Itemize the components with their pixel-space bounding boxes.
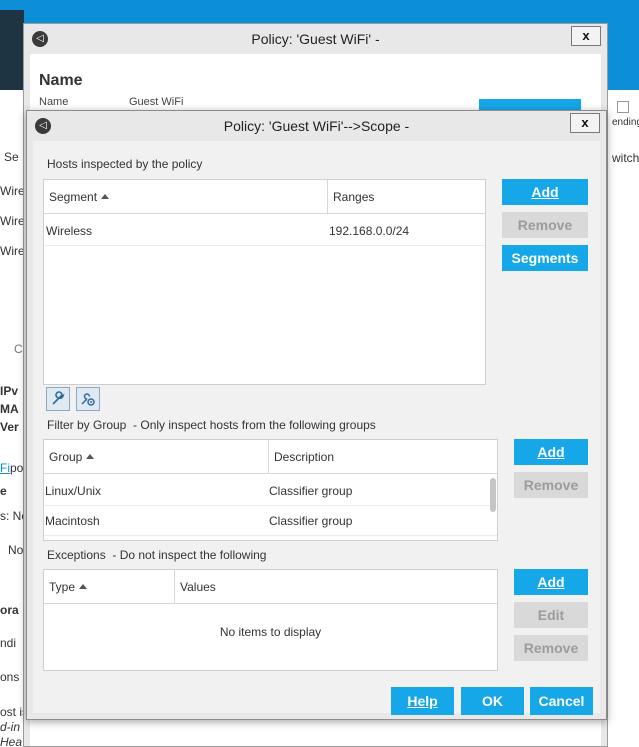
bg-row-wireless-1[interactable]: Wire [0,184,25,198]
name-value: Guest WiFi [129,96,184,108]
empty-state-message: No items to display [219,625,322,639]
help-button[interactable]: Help [391,687,454,715]
dialog-app-icon: ◁ [35,118,51,134]
dialog-app-icon: ◁ [32,31,48,47]
groups-table-header: Group Description [44,440,497,474]
app-header-dark-strip [0,10,24,90]
name-label: Name [39,96,69,108]
bg-text-ons: ons [0,670,20,684]
exceptions-edit-button[interactable]: Edit [514,602,588,628]
bg-text-no-2: No [8,543,24,557]
sort-ascending-icon [86,454,95,459]
bg-row-wireless-2[interactable]: Wire [0,214,25,228]
filter-remove-button[interactable]: Remove [514,472,588,498]
exceptions-section-label: Exceptions - Do not inspect the followin… [47,548,267,562]
column-header-values[interactable]: Values [174,570,499,604]
exceptions-table-header: Type Values [44,570,497,604]
bg-text-ending: ending [612,117,639,128]
name-section-heading: Name [39,72,83,89]
filter-add-button[interactable]: Add [514,439,588,465]
hosts-table: Segment Ranges Wireless 192.168.0.0/24 [43,179,486,385]
hosts-table-header: Segment Ranges [44,180,485,214]
scope-dialog-titlebar[interactable]: ◁ Policy: 'Guest WiFi'-->Scope - x [27,111,606,141]
table-row[interactable]: Macintosh Classifier group [44,506,497,536]
cell-group: Macintosh [45,514,100,528]
bg-text-ver: Ver [0,420,19,434]
cell-ranges: 192.168.0.0/24 [329,224,410,238]
cell-segment: Wireless [46,224,93,238]
bg-text-witch: witch [612,151,639,165]
policy-dialog-titlebar[interactable]: ◁ Policy: 'Guest WiFi' - x [24,24,607,54]
close-icon[interactable]: x [571,26,601,46]
hosts-section-label: Hosts inspected by the policy [47,157,203,171]
bg-link-fi[interactable]: Fi [0,461,10,475]
ok-button[interactable]: OK [461,687,524,715]
exceptions-remove-button[interactable]: Remove [514,635,588,661]
exceptions-add-button[interactable]: Add [514,569,588,595]
sort-ascending-icon [101,194,110,199]
cell-description: Classifier group [269,514,353,528]
group-settings-icon[interactable] [76,387,100,411]
column-header-segment[interactable]: Segment [44,180,327,214]
groups-scrollbar[interactable] [490,478,496,512]
scope-dialog-body: Hosts inspected by the policy Segment Ra… [33,141,600,715]
table-row[interactable]: Wireless 192.168.0.0/24 [44,216,485,246]
segments-button[interactable]: Segments [502,245,588,271]
scope-dialog: ◁ Policy: 'Guest WiFi'-->Scope - x Hosts… [26,110,607,720]
bg-text-po: po [10,461,24,475]
filter-section-label: Filter by Group - Only inspect hosts fro… [47,418,376,432]
column-header-description[interactable]: Description [268,440,499,474]
bg-text-ipv: IPv [0,384,19,398]
hosts-remove-button[interactable]: Remove [502,212,588,238]
scope-dialog-title: Policy: 'Guest WiFi'-->Scope - [223,118,410,134]
bg-text-e: e [0,484,7,498]
column-header-group[interactable]: Group [44,440,268,474]
tool-icon[interactable] [46,387,70,411]
cancel-button[interactable]: Cancel [530,687,593,715]
close-icon[interactable]: x [570,113,600,133]
bg-text-ma: MA [0,402,19,416]
exceptions-table: Type Values No items to display [43,569,498,671]
sort-ascending-icon [79,584,88,589]
table-row[interactable]: Linux/Unix Classifier group [44,476,497,506]
bg-row-wireless-3[interactable]: Wire [0,244,25,258]
bg-text-ndi: ndi [0,636,17,650]
bg-checkbox[interactable] [617,101,629,113]
hosts-add-button[interactable]: Add [502,179,588,205]
bg-text-din: d-in [0,720,21,734]
column-header-ranges[interactable]: Ranges [327,180,487,214]
column-header-type[interactable]: Type [44,570,174,604]
policy-dialog-title: Policy: 'Guest WiFi' - [251,31,380,47]
bg-text-ora: ora [0,603,19,617]
cell-group: Linux/Unix [45,484,102,498]
cell-description: Classifier group [269,484,353,498]
bg-row-label: Se [4,150,19,164]
bg-tab-fragment[interactable]: C [14,342,23,356]
groups-table: Group Description Linux/Unix Classifier … [43,439,498,541]
bg-text-hea: Hea [0,735,23,747]
